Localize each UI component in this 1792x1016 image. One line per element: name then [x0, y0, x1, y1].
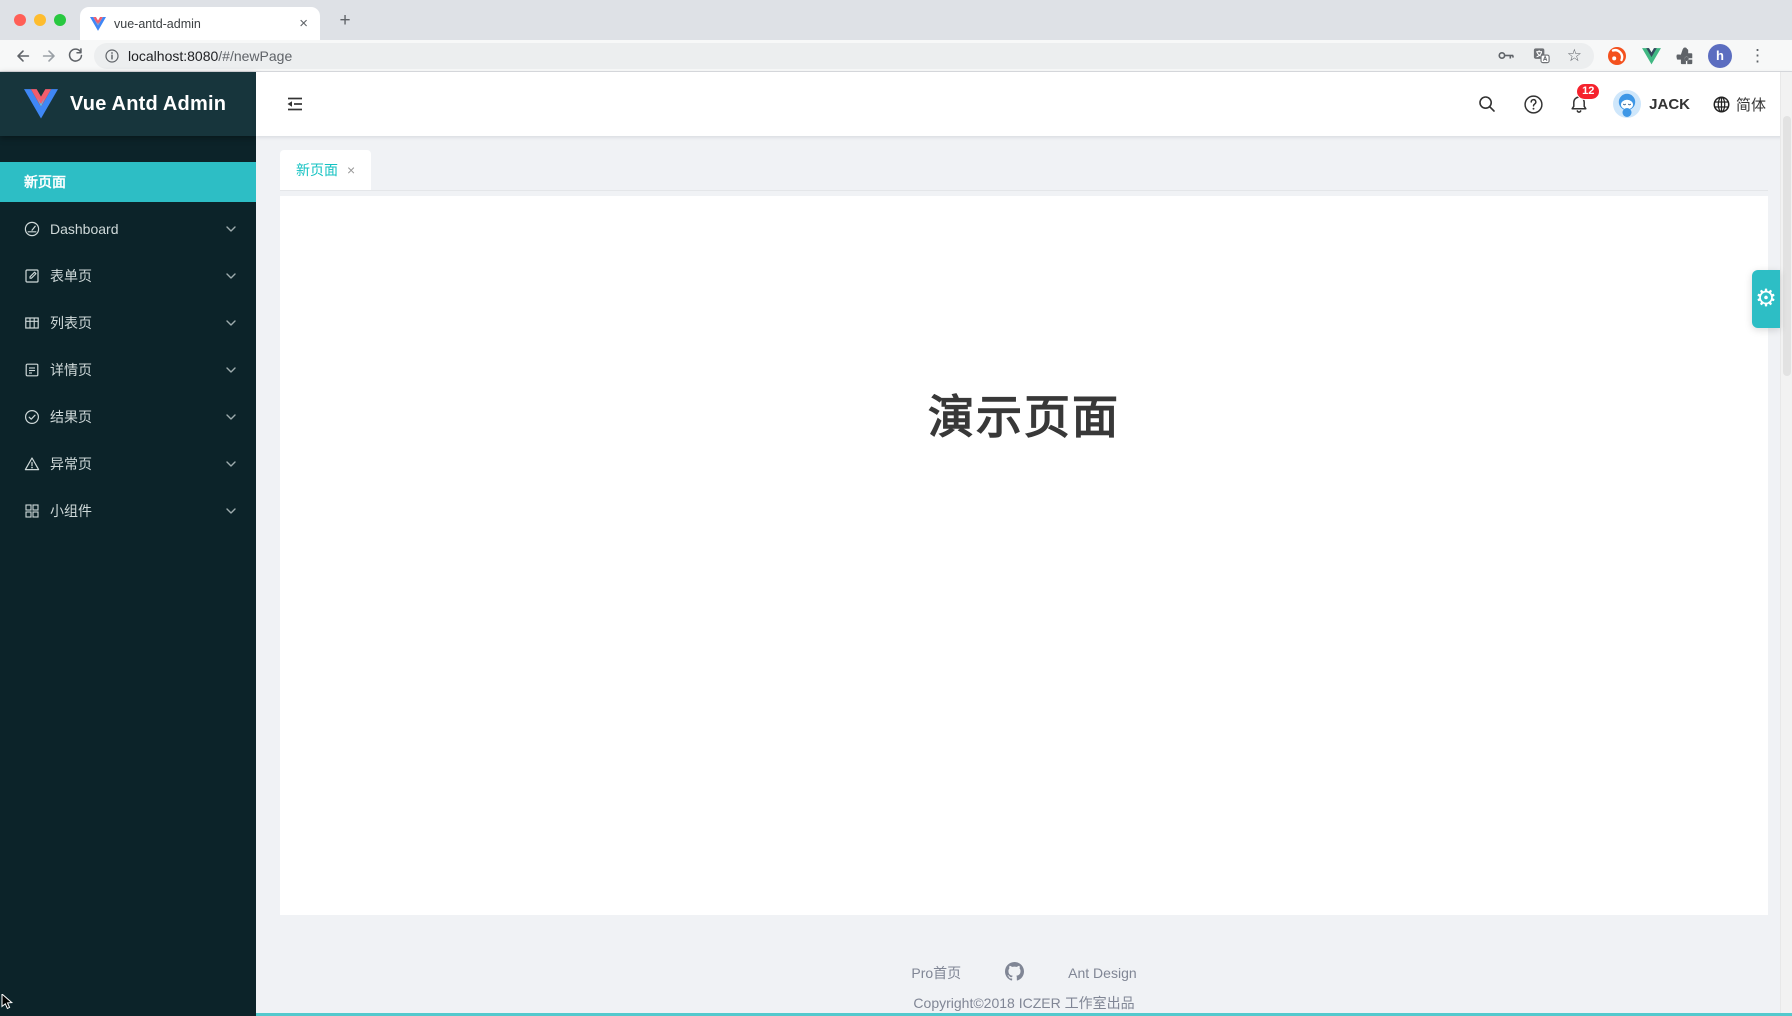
sidebar-item-label: 列表页	[50, 313, 216, 333]
gear-icon: ⚙	[1755, 287, 1777, 311]
browser-toolbar: localhost:8080/#/newPage ☆	[0, 40, 1792, 72]
page-card: 演示页面	[280, 196, 1768, 915]
settings-drawer-button[interactable]: ⚙	[1752, 270, 1780, 328]
app-footer: Pro首页 Ant Design Copyright©2018 ICZER 工作…	[256, 915, 1792, 1013]
address-bar-actions: ☆	[1497, 46, 1584, 65]
footer-link-pro-home[interactable]: Pro首页	[911, 963, 961, 983]
site-info-icon[interactable]	[104, 48, 120, 64]
form-icon	[24, 268, 40, 284]
sidebar-item-widgets[interactable]: 小组件	[0, 491, 256, 531]
sidebar-item-label: 异常页	[50, 454, 216, 474]
address-bar[interactable]: localhost:8080/#/newPage ☆	[94, 43, 1594, 69]
sidebar-item-detail[interactable]: 详情页	[0, 350, 256, 390]
url-text: localhost:8080/#/newPage	[128, 48, 292, 64]
password-key-icon[interactable]	[1497, 46, 1516, 65]
footer-link-ant-design[interactable]: Ant Design	[1068, 965, 1136, 981]
tab-close-icon[interactable]: ×	[297, 15, 310, 32]
mouse-cursor	[1, 994, 15, 1010]
page-scrollbar[interactable]	[1780, 72, 1792, 1016]
sidebar-menu: 新页面 Dashboard 表单页	[0, 136, 256, 538]
translate-icon[interactable]	[1532, 46, 1551, 65]
scrollbar-thumb[interactable]	[1783, 116, 1791, 376]
url-host: localhost:8080	[128, 48, 218, 64]
sidebar: Vue Antd Admin 新页面 Dashboard	[0, 72, 256, 1016]
notification-bell-icon[interactable]: 12	[1567, 92, 1591, 116]
close-window-button[interactable]	[14, 14, 26, 26]
reload-button[interactable]	[62, 43, 88, 69]
browser-tab[interactable]: vue-antd-admin ×	[80, 7, 320, 40]
chevron-down-icon	[226, 226, 236, 232]
content-area: 新页面 × 演示页面 Pro首页 Ant Design Copyright©20…	[256, 136, 1792, 1016]
sidebar-logo[interactable]: Vue Antd Admin	[0, 72, 256, 136]
chevron-down-icon	[226, 273, 236, 279]
extension-icons: h ⋮	[1602, 44, 1774, 68]
browser-profile-avatar[interactable]: h	[1708, 44, 1732, 68]
browser-tab-strip: vue-antd-admin × +	[0, 0, 1792, 40]
page-tab-close-icon[interactable]: ×	[347, 162, 355, 178]
back-button[interactable]	[10, 43, 36, 69]
vue-logo-icon	[24, 89, 58, 119]
chevron-down-icon	[226, 508, 236, 514]
notification-badge: 12	[1577, 84, 1599, 99]
sidebar-item-label: 新页面	[24, 172, 236, 192]
forward-button[interactable]	[36, 43, 62, 69]
chevron-down-icon	[226, 320, 236, 326]
sidebar-item-result[interactable]: 结果页	[0, 397, 256, 437]
block-icon	[24, 503, 40, 519]
vue-devtools-icon[interactable]	[1641, 47, 1662, 65]
check-circle-icon	[24, 409, 40, 425]
sidebar-item-new-page[interactable]: 新页面	[0, 162, 256, 202]
sidebar-item-label: 详情页	[50, 360, 216, 380]
sidebar-item-exception[interactable]: 异常页	[0, 444, 256, 484]
language-selector[interactable]: 简体	[1712, 94, 1766, 115]
help-icon[interactable]	[1521, 92, 1545, 116]
footer-links: Pro首页 Ant Design	[256, 962, 1792, 984]
minimize-window-button[interactable]	[34, 14, 46, 26]
browser-tab-title: vue-antd-admin	[114, 17, 289, 31]
page-tab-label: 新页面	[296, 160, 338, 180]
maximize-window-button[interactable]	[54, 14, 66, 26]
extension-orange-icon[interactable]	[1606, 45, 1628, 67]
sidebar-item-list[interactable]: 列表页	[0, 303, 256, 343]
chevron-down-icon	[226, 414, 236, 420]
warning-icon	[24, 456, 40, 472]
user-menu[interactable]: JACK	[1613, 90, 1690, 118]
search-icon[interactable]	[1475, 92, 1499, 116]
window-controls	[14, 14, 66, 26]
page-tab-new-page[interactable]: 新页面 ×	[280, 150, 371, 190]
sidebar-item-label: 小组件	[50, 501, 216, 521]
github-icon[interactable]	[1005, 962, 1024, 984]
chevron-down-icon	[226, 367, 236, 373]
bookmark-star-icon[interactable]: ☆	[1567, 47, 1582, 64]
table-icon	[24, 315, 40, 331]
header-actions: 12 JACK	[1475, 90, 1766, 118]
dashboard-icon	[24, 221, 40, 237]
sidebar-item-label: 表单页	[50, 266, 216, 286]
globe-icon	[1712, 95, 1731, 114]
sidebar-item-label: 结果页	[50, 407, 216, 427]
language-label: 简体	[1736, 94, 1766, 115]
sidebar-item-label: Dashboard	[50, 221, 216, 237]
extensions-puzzle-icon[interactable]	[1675, 46, 1695, 66]
app-title: Vue Antd Admin	[70, 93, 226, 116]
sidebar-item-form[interactable]: 表单页	[0, 256, 256, 296]
new-tab-button[interactable]: +	[332, 8, 358, 34]
chrome-menu-icon[interactable]: ⋮	[1745, 46, 1770, 66]
user-avatar	[1613, 90, 1641, 118]
main-area: 12 JACK	[256, 72, 1792, 1016]
sidebar-item-dashboard[interactable]: Dashboard	[0, 209, 256, 249]
profile-icon	[24, 362, 40, 378]
app-window: Vue Antd Admin 新页面 Dashboard	[0, 72, 1792, 1016]
username: JACK	[1649, 96, 1690, 113]
page-tabs: 新页面 ×	[280, 151, 1768, 191]
vue-favicon-icon	[90, 17, 106, 31]
page-title: 演示页面	[928, 381, 1120, 915]
app-header: 12 JACK	[256, 72, 1792, 136]
url-path: /#/newPage	[218, 48, 292, 64]
chevron-down-icon	[226, 461, 236, 467]
copyright-text: Copyright©2018 ICZER 工作室出品	[256, 993, 1792, 1013]
menu-fold-icon[interactable]	[283, 92, 307, 116]
